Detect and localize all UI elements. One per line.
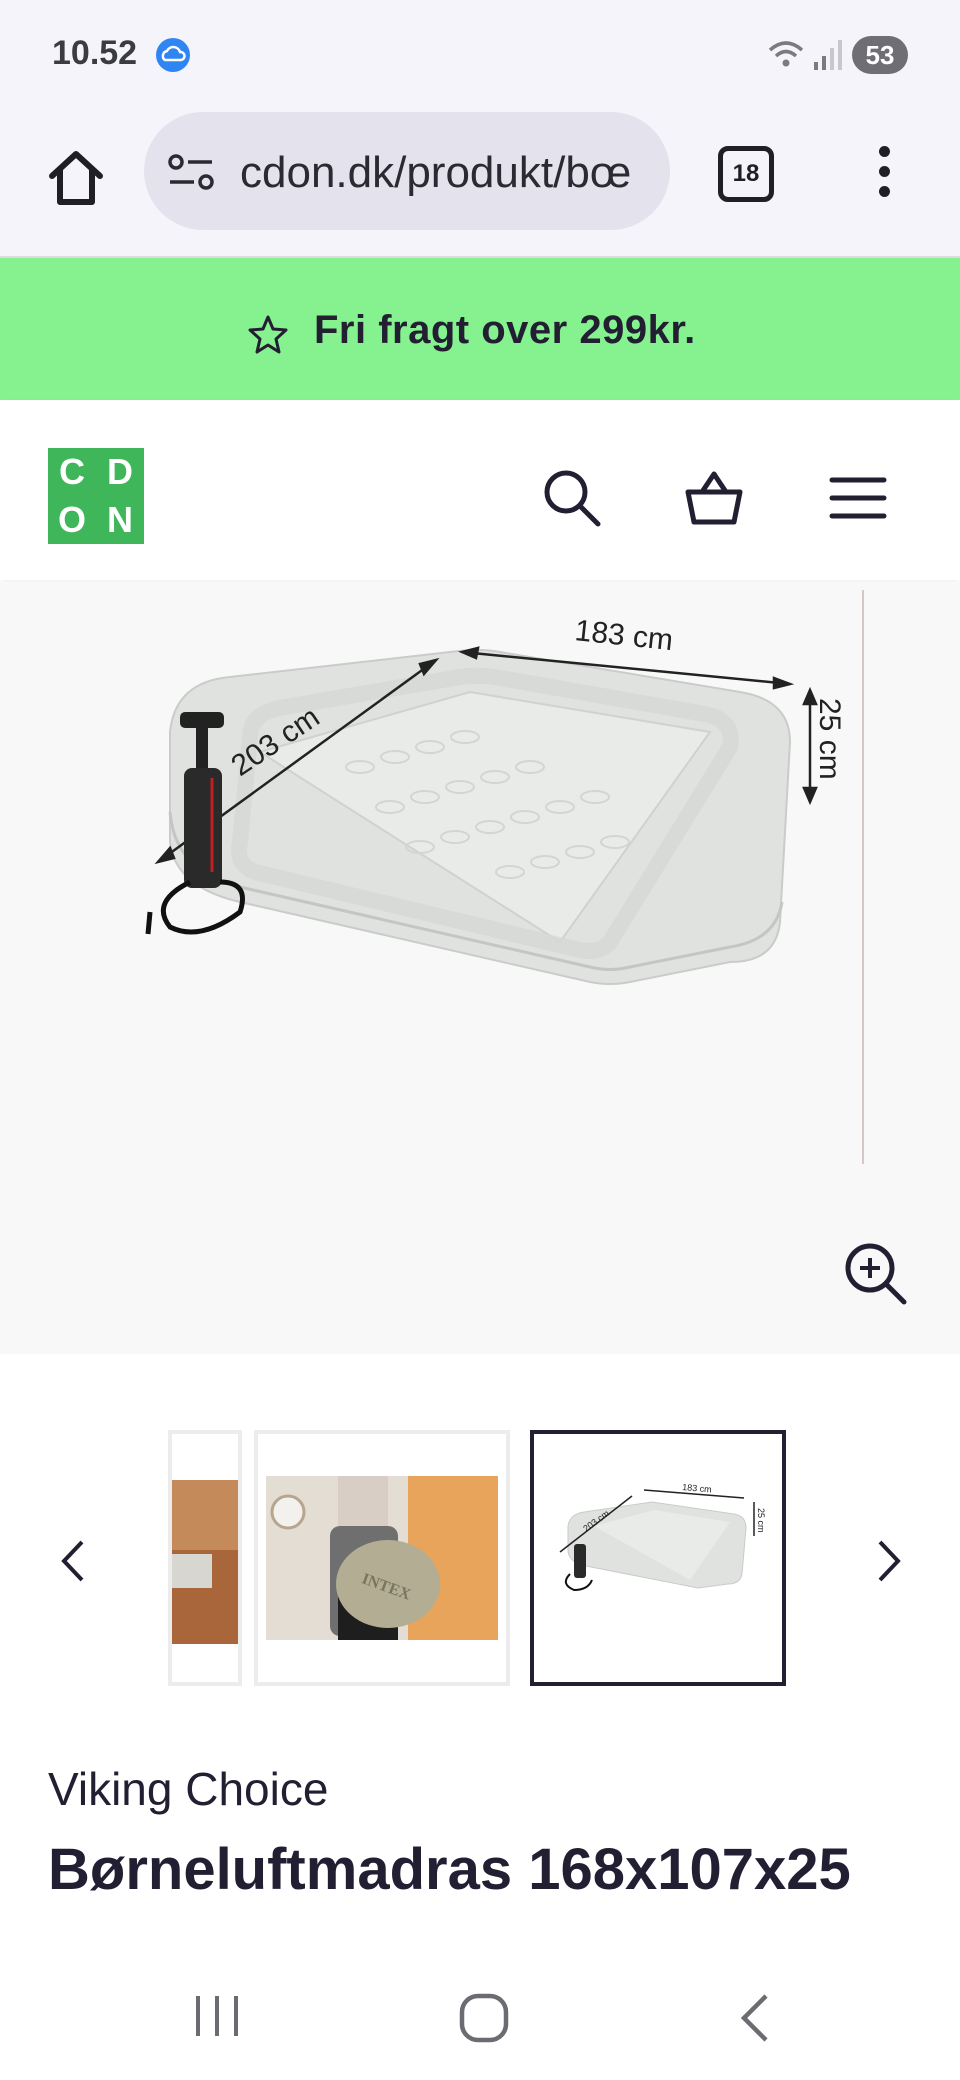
logo-letter: D xyxy=(107,451,133,492)
recent-apps-icon[interactable] xyxy=(190,1992,244,2040)
site-header: C D O N xyxy=(0,400,960,580)
air-mattress-image: 203 cm 183 cm 25 cm xyxy=(145,590,864,1164)
home-icon[interactable] xyxy=(40,142,112,214)
url-text[interactable]: cdon.dk/produkt/bœ xyxy=(240,148,660,198)
status-bar: 10.52 53 xyxy=(0,0,960,110)
thumbnail-2[interactable]: INTEX xyxy=(254,1430,510,1686)
chevron-left-icon[interactable] xyxy=(54,1536,94,1586)
logo-letter: O xyxy=(57,499,86,540)
dimension-height-label: 25 cm xyxy=(813,698,846,780)
status-time: 10.52 xyxy=(52,34,138,72)
home-nav-icon[interactable] xyxy=(458,1992,510,2044)
weather-icon xyxy=(156,38,190,72)
dimension-width-label: 183 cm xyxy=(573,614,674,657)
more-menu-icon[interactable] xyxy=(872,146,896,200)
logo-letter: N xyxy=(107,499,133,540)
zoom-in-icon[interactable] xyxy=(842,1240,912,1310)
search-icon[interactable] xyxy=(540,466,604,530)
cdon-logo[interactable]: C D O N xyxy=(48,448,144,544)
promo-text: Fri fragt over 299kr. xyxy=(314,308,696,352)
chevron-right-icon[interactable] xyxy=(868,1536,908,1586)
thumbnail-dim-height: 25 cm xyxy=(756,1508,766,1533)
system-navigation-bar xyxy=(0,1952,960,2080)
promo-banner: Fri fragt over 299kr. xyxy=(0,258,960,400)
hamburger-menu-icon[interactable] xyxy=(826,466,890,530)
product-title: Børneluftmadras 168x107x25 xyxy=(48,1837,851,1902)
thumbnail-1[interactable] xyxy=(168,1430,242,1686)
logo-letter: C xyxy=(59,451,85,492)
wifi-icon xyxy=(768,41,804,67)
address-bar[interactable]: cdon.dk/produkt/bœ xyxy=(144,112,670,230)
battery-indicator: 53 xyxy=(852,36,908,74)
thumbnail-3-selected[interactable]: 203 cm 183 cm 25 cm xyxy=(530,1430,786,1686)
browser-toolbar: cdon.dk/produkt/bœ 18 xyxy=(0,110,960,258)
product-brand[interactable]: Viking Choice xyxy=(48,1762,328,1816)
back-nav-icon[interactable] xyxy=(734,1992,774,2044)
basket-icon[interactable] xyxy=(682,466,746,530)
product-main-image[interactable]: 203 cm 183 cm 25 cm xyxy=(0,582,960,1354)
site-settings-icon[interactable] xyxy=(168,154,216,190)
signal-icon xyxy=(814,40,842,70)
star-icon xyxy=(248,315,288,354)
tab-count-button[interactable]: 18 xyxy=(718,146,774,202)
